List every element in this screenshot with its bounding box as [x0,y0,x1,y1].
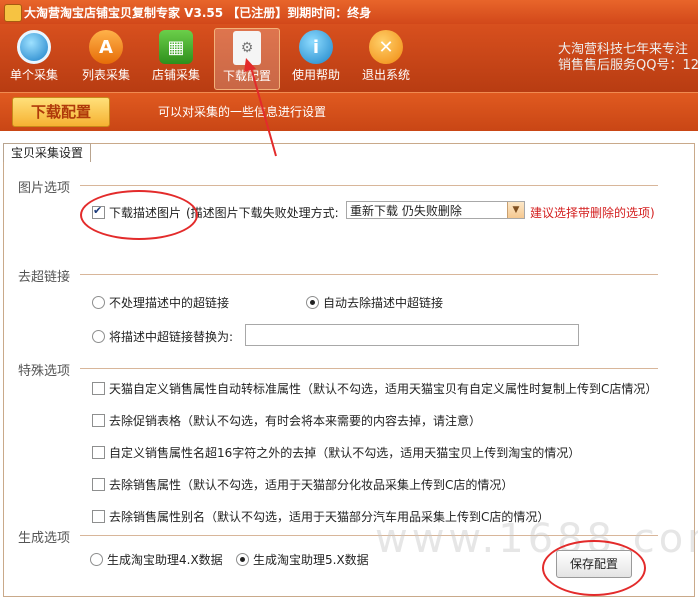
replace-link-input[interactable] [245,324,579,346]
toolbar-label: 使用帮助 [291,68,340,82]
toolbar-label: 退出系统 [361,68,410,82]
radio-label: 自动去除描述中超链接 [323,296,444,310]
annotation-circle-checkbox [80,190,198,240]
special-option-3[interactable]: 自定义销售属性名超16字符之外的去掉（默认不勾选，适用天猫宝贝上传到淘宝的情况） [92,444,580,461]
section-title-generate: 生成选项 [18,531,71,546]
radio-circle[interactable] [92,296,105,309]
special-option-4[interactable]: 去除销售属性（默认不勾选，适用于天猫部分化妆品采集上传到C店的情况） [92,476,513,493]
checkbox-label: 天猫自定义销售属性自动转标准属性（默认不勾选，适用天猫宝贝有自定义属性时复制上传… [109,382,658,396]
radio-label: 生成淘宝助理4.X数据 [107,553,223,567]
single-collect-icon [17,30,51,64]
radio-circle[interactable] [236,553,249,566]
toolbar-label: 单个采集 [9,68,58,82]
toolbar-exit-button[interactable]: ✕ 退出系统 [354,28,418,88]
radio-generate-v4[interactable]: 生成淘宝助理4.X数据 [90,551,223,568]
radio-circle[interactable] [306,296,319,309]
section-banner: 下载配置 可以对采集的一些信息进行设置 [0,92,698,131]
radio-label: 不处理描述中的超链接 [109,296,230,310]
annotation-circle-save [542,540,646,596]
select-value: 重新下载 仍失败删除 [350,204,462,218]
toolbar-label: 列表采集 [81,68,130,82]
divider [80,274,658,275]
divider [80,185,658,186]
checkbox-label: 去除促销表格（默认不勾选，有时会将本来需要的内容去掉，请注意） [109,414,482,428]
exit-icon: ✕ [369,30,403,64]
help-icon: i [299,30,333,64]
failure-label-text: (描述图片下载失败处理方式: [186,206,339,220]
radio-generate-v5[interactable]: 生成淘宝助理5.X数据 [236,551,369,568]
radio-no-process[interactable]: 不处理描述中的超链接 [92,294,229,311]
checkbox-box[interactable] [92,478,105,491]
watermark: www.1688.com [375,516,698,562]
radio-auto-remove[interactable]: 自动去除描述中超链接 [306,294,443,311]
annotation-arrow-icon [244,58,277,157]
title-bar: 大淘营淘宝店铺宝贝复制专家 V3.55 【已注册】到期时间：终身 [0,0,698,24]
section-title-image-options: 图片选项 [18,181,71,196]
checkbox-box[interactable] [92,414,105,427]
window-title: 大淘营淘宝店铺宝贝复制专家 V3.55 【已注册】到期时间：终身 [24,6,372,20]
toolbar: 单个采集 A 列表采集 ▦ 店铺采集 ⚙ 下载配置 i 使用帮助 ✕ 退出系统 … [0,24,698,92]
ad-line-1: 大淘营科技七年来专注 [558,42,689,57]
recommend-text: 建议选择带删除的选项) [530,206,655,220]
tab-item-collect-settings[interactable]: 宝贝采集设置 [3,143,91,162]
toolbar-single-collect-button[interactable]: 单个采集 [2,28,66,88]
recommend-note: 建议选择带删除的选项) [530,204,655,221]
checkbox-label: 去除销售属性（默认不勾选，适用于天猫部分化妆品采集上传到C店的情况） [109,478,514,492]
chevron-down-icon[interactable]: ▼ [507,202,524,218]
checkbox-box[interactable] [92,382,105,395]
section-title-hyperlink: 去超链接 [18,270,71,285]
section-title-special: 特殊选项 [18,364,71,379]
special-option-1[interactable]: 天猫自定义销售属性自动转标准属性（默认不勾选，适用天猫宝贝有自定义属性时复制上传… [92,380,657,397]
toolbar-help-button[interactable]: i 使用帮助 [284,28,348,88]
toolbar-list-collect-button[interactable]: A 列表采集 [74,28,138,88]
ad-text: 大淘营科技七年来专注 销售售后服务QQ号：12 [558,42,698,74]
toolbar-shop-collect-button[interactable]: ▦ 店铺采集 [144,28,208,88]
checkbox-label: 自定义销售属性名超16字符之外的去掉（默认不勾选，适用天猫宝贝上传到淘宝的情况） [109,446,581,460]
list-collect-icon: A [89,30,123,64]
toolbar-label: 店铺采集 [151,68,200,82]
radio-replace[interactable]: 将描述中超链接替换为: [92,328,233,345]
checkbox-box[interactable] [92,446,105,459]
failure-handling-select[interactable]: 重新下载 仍失败删除 ▼ [346,201,525,219]
special-option-2[interactable]: 去除促销表格（默认不勾选，有时会将本来需要的内容去掉，请注意） [92,412,481,429]
radio-circle[interactable] [90,553,103,566]
ad-line-2: 销售售后服务QQ号：12 [558,58,698,73]
failure-handling-label: (描述图片下载失败处理方式: [186,204,339,221]
app-icon [4,4,22,22]
radio-circle[interactable] [92,330,105,343]
shop-collect-icon: ▦ [159,30,193,64]
radio-label: 将描述中超链接替换为: [109,330,234,344]
radio-label: 生成淘宝助理5.X数据 [253,553,369,567]
checkbox-box[interactable] [92,510,105,523]
banner-tab: 下载配置 [12,97,110,127]
divider [80,368,658,369]
